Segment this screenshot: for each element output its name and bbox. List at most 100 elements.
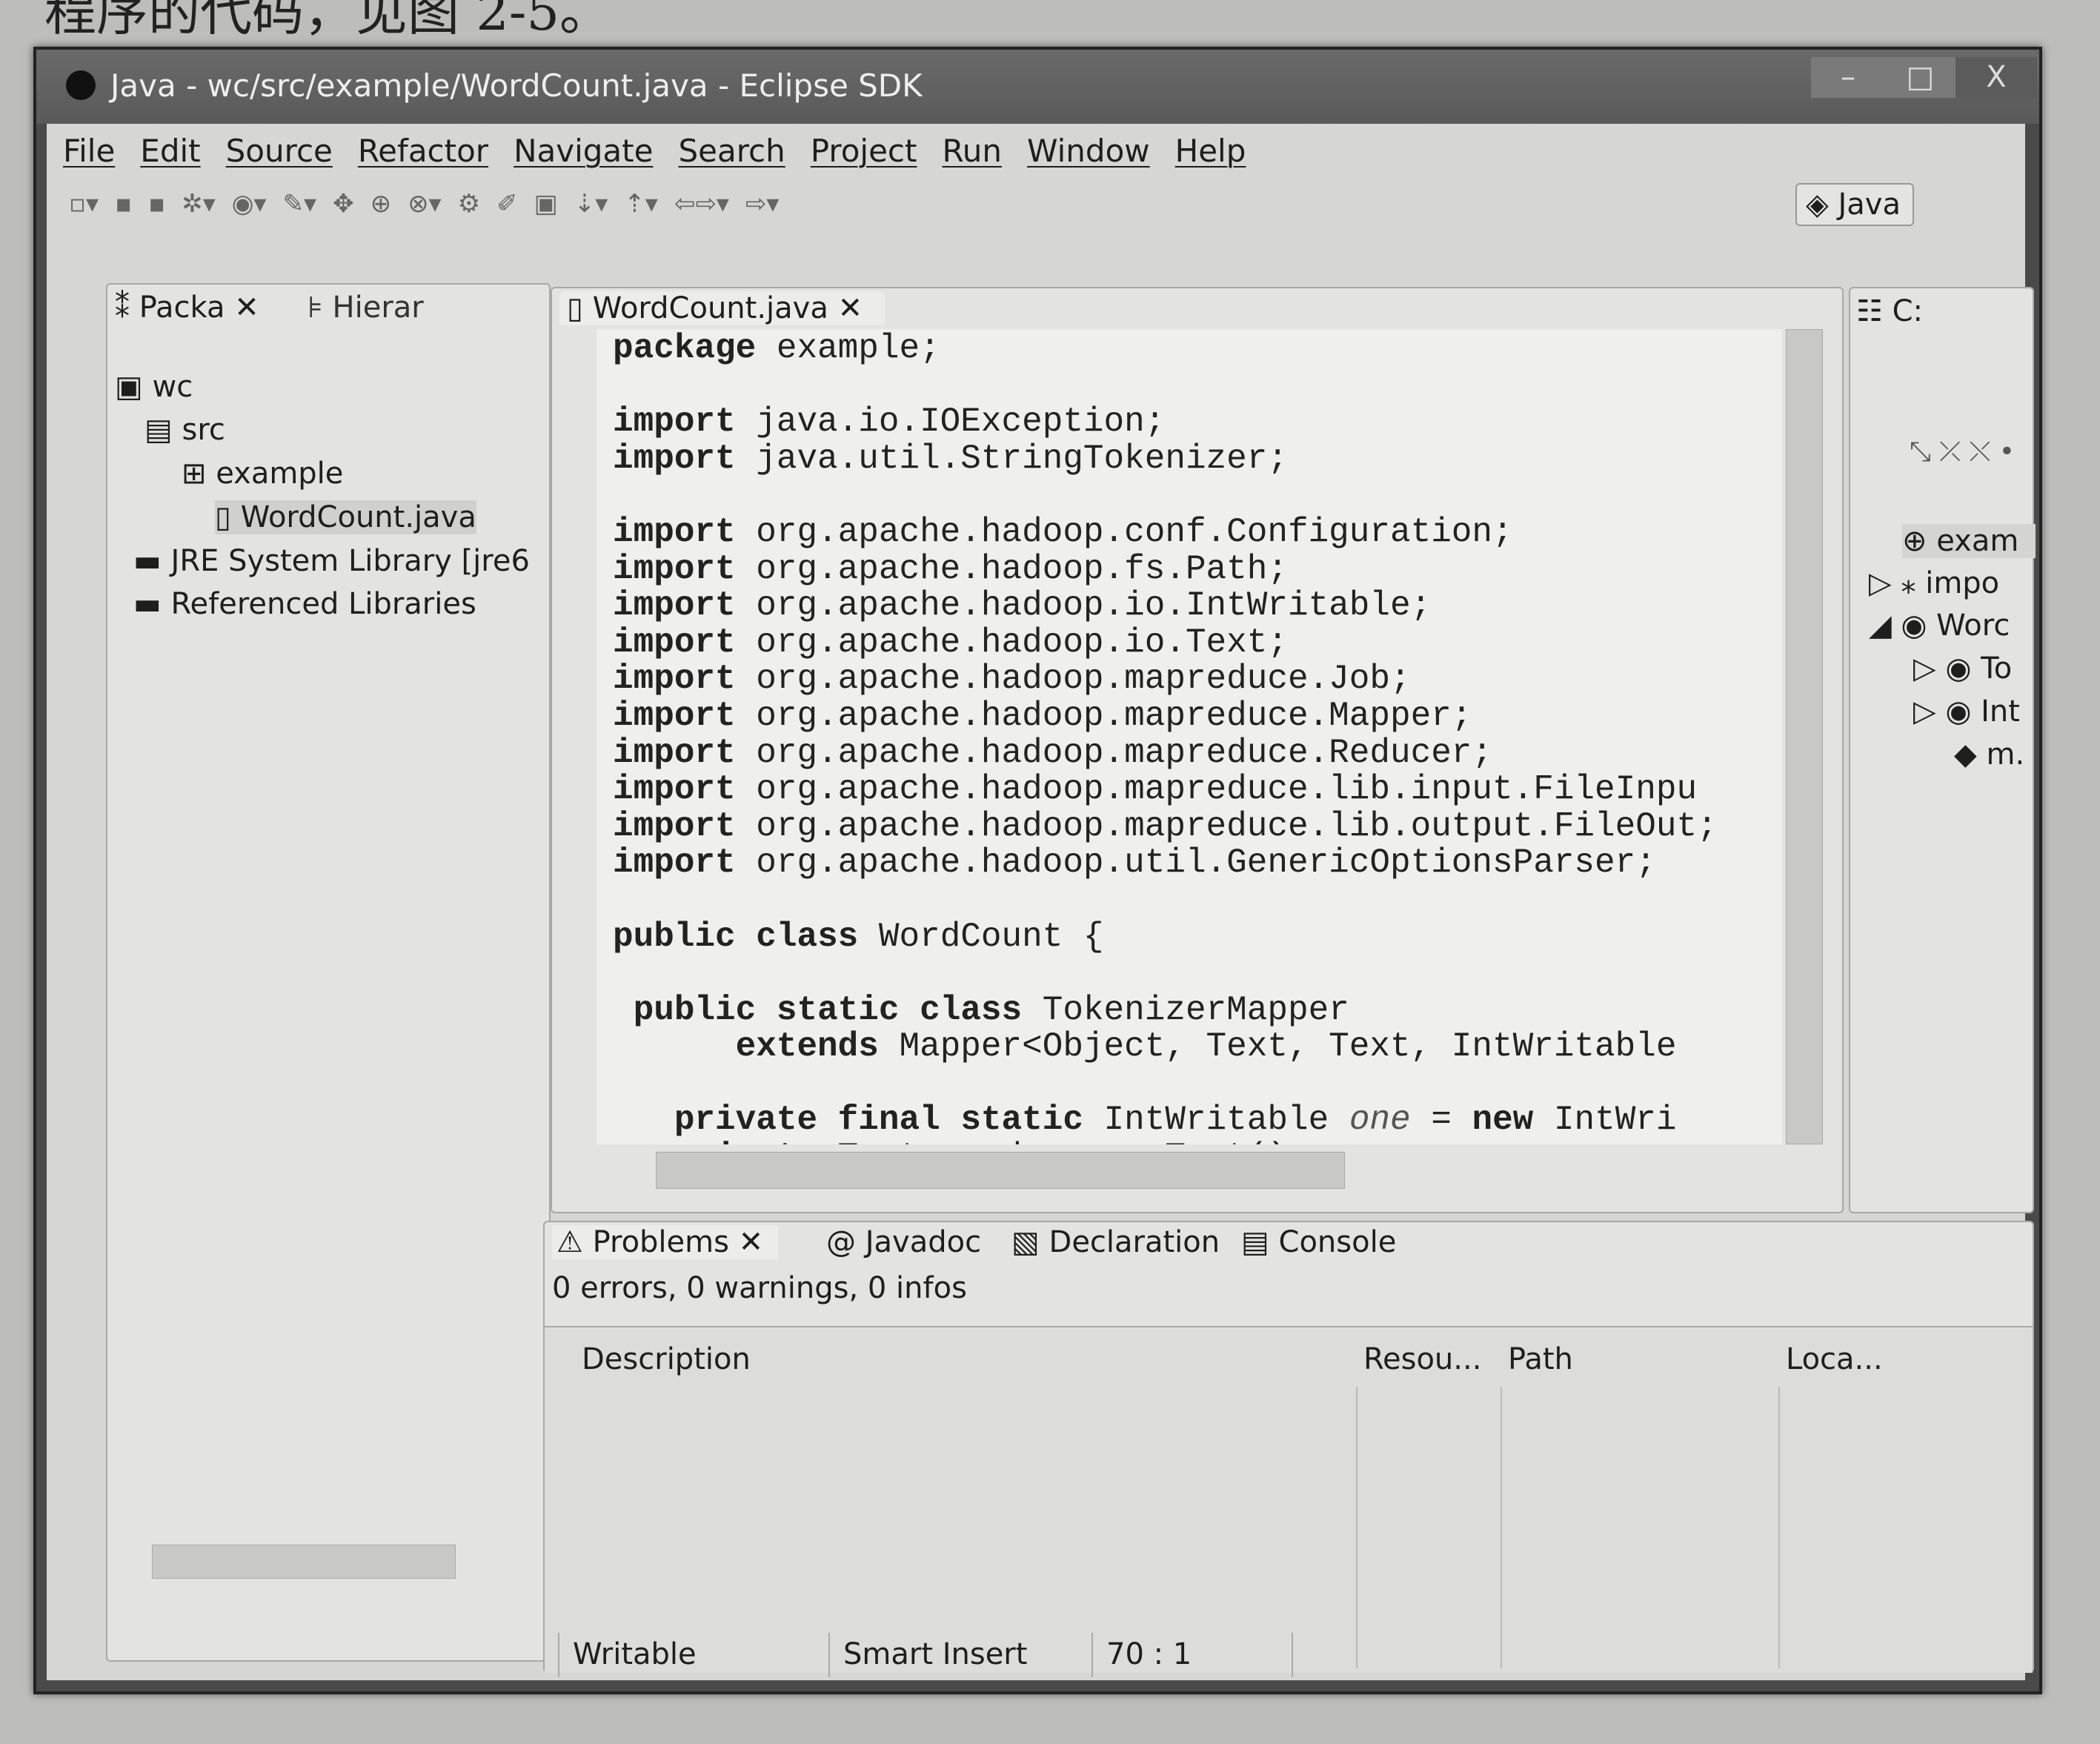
outline-label: Int <box>1981 694 2020 729</box>
close-button[interactable]: X <box>1956 57 2037 98</box>
outline-item[interactable]: ◢ ◉ Worc <box>1869 609 2010 643</box>
code-line: import org.apache.hadoop.mapreduce.lib.o… <box>613 806 1718 846</box>
code-line: import org.apache.hadoop.conf.Configurat… <box>613 512 1513 551</box>
title-bar: Java - wc/src/example/WordCount.java - E… <box>36 50 2039 124</box>
column-divider <box>1778 1387 1780 1668</box>
code-editor[interactable]: package example; import java.io.IOExcepti… <box>597 329 1782 1144</box>
toggle-icon[interactable]: ▣ <box>534 189 558 219</box>
toolbar: ▫▾ ▪ ▪ ✲▾ ◉▾ ✎▾ ✥ ⊕ ⊗▾ ⚙ ✐ ▣ ⇣▾ ⇡▾ ⇦⇨▾ ⇨… <box>47 177 2025 231</box>
tree-label: wc <box>152 370 193 404</box>
tab-problems[interactable]: ⚠ Problems ✕ <box>552 1225 779 1259</box>
column-divider <box>1501 1387 1502 1668</box>
menu-help[interactable]: Help <box>1175 133 1246 169</box>
search-icon[interactable]: ⚙ <box>458 189 480 219</box>
tree-item-wc[interactable]: ▣ wc <box>115 370 193 404</box>
back-icon[interactable]: ⇦⇨▾ <box>674 189 729 219</box>
code-line: import java.io.IOException; <box>613 402 1166 442</box>
outline-item[interactable]: ◆ m. <box>1954 737 2024 772</box>
minimize-button[interactable]: – <box>1811 57 1885 98</box>
run-icon[interactable]: ◉▾ <box>232 189 267 219</box>
new-class-icon[interactable]: ⊕ <box>371 189 392 219</box>
tree-item-wordcount[interactable]: ▯ WordCount.java <box>215 500 476 534</box>
tab-console[interactable]: ▤ Console <box>1241 1225 1396 1259</box>
external-tools-icon[interactable]: ✎▾ <box>283 189 317 219</box>
column-description[interactable]: Description <box>582 1342 751 1376</box>
outline-item[interactable]: ⊕ exam <box>1902 524 2036 558</box>
column-divider <box>1356 1387 1358 1668</box>
tab-outline[interactable]: ☷ C: <box>1856 294 1923 328</box>
tab-label: Hierar <box>332 291 424 325</box>
open-type-icon[interactable]: ⊗▾ <box>408 189 442 219</box>
column-resource[interactable]: Resou... <box>1363 1342 1481 1376</box>
tab-javadoc[interactable]: @ Javadoc <box>826 1225 981 1259</box>
outline-item[interactable]: ▷ ⁎ impo <box>1869 566 1999 600</box>
maximize-button[interactable]: □ <box>1885 57 1956 98</box>
outline-panel: ☷ C: ⤡ ⤫ ⤬ • ⊕ exam ▷ ⁎ impo ◢ ◉ Worc ▷ … <box>1849 287 2036 1213</box>
tab-wordcount-java[interactable]: ▯ WordCount.java ✕ <box>559 291 885 325</box>
window-title: Java - wc/src/example/WordCount.java - E… <box>110 67 923 104</box>
tab-label: Packa <box>139 291 225 325</box>
menu-project[interactable]: Project <box>811 133 917 169</box>
outline-label: impo <box>1925 566 2000 600</box>
tab-label: Problems <box>592 1225 729 1259</box>
tab-declaration[interactable]: ▧ Declaration <box>1011 1225 1220 1259</box>
tree-item-libraries[interactable]: ▬ Referenced Libraries <box>133 587 476 621</box>
workbench: File Edit Source Refactor Navigate Searc… <box>47 124 2036 1680</box>
tree-label: src <box>182 413 225 447</box>
tree-item-src[interactable]: ▤ src <box>144 413 225 447</box>
tab-hierarchy[interactable]: ⊧ Hierar <box>308 291 424 325</box>
new-icon[interactable]: ▫▾ <box>69 189 99 219</box>
tab-package-explorer[interactable]: ⁑ Packa ✕ <box>115 291 259 325</box>
outline-label: exam <box>1936 524 2019 558</box>
problems-table: Description Resou... Path Loca... <box>545 1326 2033 1673</box>
menu-run[interactable]: Run <box>942 133 1002 169</box>
menu-refactor[interactable]: Refactor <box>358 133 488 169</box>
menu-search[interactable]: Search <box>678 133 785 169</box>
tree-label: example <box>216 457 344 491</box>
tab-label: Console <box>1278 1225 1397 1259</box>
tree-label: Referenced Libraries <box>170 587 476 621</box>
horizontal-scrollbar[interactable] <box>656 1152 1345 1189</box>
new-package-icon[interactable]: ✥ <box>333 189 354 219</box>
code-line: import org.apache.hadoop.io.IntWritable; <box>613 586 1432 626</box>
tree-label: JRE System Library [jre6 <box>170 544 530 578</box>
next-annotation-icon[interactable]: ⇣▾ <box>574 189 608 219</box>
tab-label: Declaration <box>1049 1225 1220 1259</box>
outline-item[interactable]: ▷ ◉ To <box>1913 651 2012 686</box>
package-explorer: ⁑ Packa ✕ ⊧ Hierar ▣ wc ▤ src ⊞ example … <box>106 283 551 1662</box>
java-perspective-button[interactable]: ◈ Java <box>1795 183 1914 226</box>
menu-window[interactable]: Window <box>1027 133 1150 169</box>
status-bar: Writable Smart Insert 70 : 1 <box>47 1628 2025 1680</box>
menu-file[interactable]: File <box>63 133 115 169</box>
outline-item[interactable]: ▷ ◉ Int <box>1913 694 2020 729</box>
outline-toolbar-icons[interactable]: ⤡ ⤫ ⤬ • <box>1910 437 2015 468</box>
menu-navigate[interactable]: Navigate <box>514 133 653 169</box>
column-location[interactable]: Loca... <box>1786 1342 1883 1376</box>
save-icon[interactable]: ▪ <box>115 189 132 219</box>
perspective-label: Java <box>1838 188 1901 222</box>
code-line: private Text word = new Text(); <box>613 1138 1782 1144</box>
eclipse-icon <box>66 70 96 100</box>
page-caption: 程序的代码，见图 2-5。 <box>44 0 611 42</box>
code-line: import org.apache.hadoop.mapreduce.Reduc… <box>613 733 1493 772</box>
menu-bar: File Edit Source Refactor Navigate Searc… <box>47 124 2025 177</box>
forward-icon[interactable]: ⇨▾ <box>745 189 780 219</box>
problems-panel: ⚠ Problems ✕ @ Javadoc ▧ Declaration ▤ C… <box>543 1221 2034 1673</box>
column-path[interactable]: Path <box>1508 1342 1573 1376</box>
tree-item-jre[interactable]: ▬ JRE System Library [jre6 <box>133 544 530 578</box>
code-line: package example; <box>613 329 940 368</box>
debug-icon[interactable]: ✲▾ <box>182 189 216 219</box>
problems-summary: 0 errors, 0 warnings, 0 infos <box>552 1271 967 1305</box>
code-line: import org.apache.hadoop.mapreduce.lib.i… <box>613 770 1698 809</box>
code-line: private final static IntWritable one = n… <box>674 1101 1677 1140</box>
horizontal-scrollbar[interactable] <box>152 1545 456 1579</box>
print-icon[interactable]: ▪ <box>148 189 165 219</box>
tree-item-example[interactable]: ⊞ example <box>182 457 343 491</box>
menu-edit[interactable]: Edit <box>140 133 200 169</box>
prev-annotation-icon[interactable]: ⇡▾ <box>624 189 658 219</box>
menu-source[interactable]: Source <box>226 133 333 169</box>
vertical-scrollbar[interactable] <box>1786 329 1823 1144</box>
pen-icon[interactable]: ✐ <box>496 189 518 219</box>
